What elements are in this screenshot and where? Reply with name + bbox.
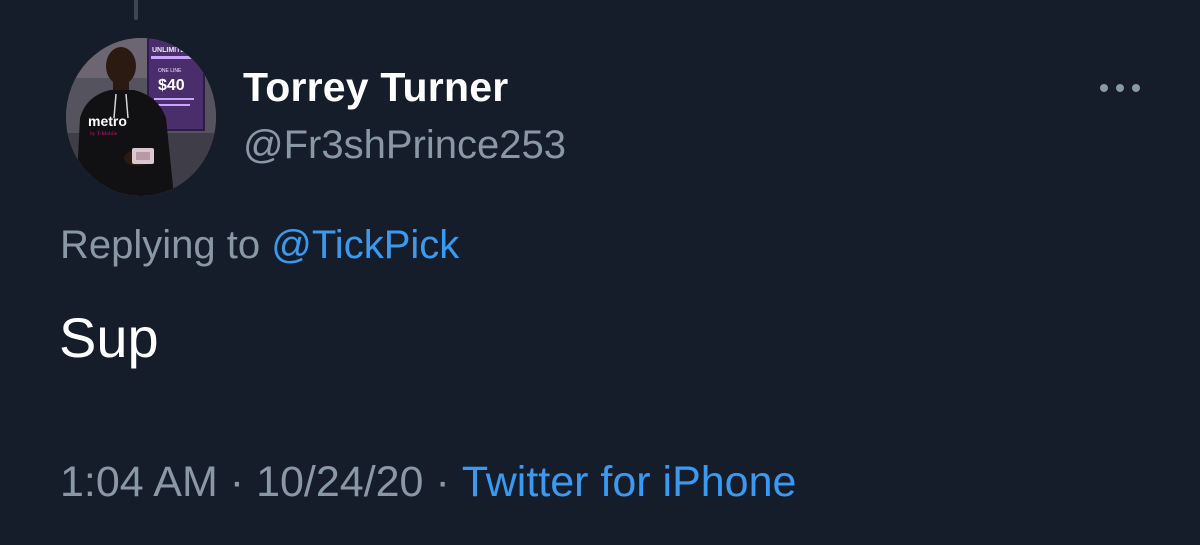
replying-to-label: Replying to <box>60 223 261 267</box>
meta-separator: · <box>435 458 450 506</box>
tweet-text: Sup <box>59 306 159 369</box>
ellipsis-icon <box>1100 84 1108 92</box>
avatar[interactable]: UNLIMITED ONE LINE $40 metro by T-Mobile <box>66 38 216 196</box>
tweet-metadata: 1:04 AM · 10/24/20 · Twitter for iPhone <box>60 458 796 507</box>
tweet-date[interactable]: 10/24/20 <box>256 458 423 506</box>
sign-line-text: ONE LINE <box>158 68 182 74</box>
shirt-sub-text: by T-Mobile <box>90 131 118 137</box>
thread-connector-line <box>134 0 138 20</box>
tweet-source-link[interactable]: Twitter for iPhone <box>462 458 797 506</box>
meta-separator: · <box>229 458 245 506</box>
tweet-time[interactable]: 1:04 AM <box>60 458 218 506</box>
sign-price-text: $40 <box>158 77 185 94</box>
more-options-button[interactable] <box>1090 70 1150 104</box>
sign-top-text: UNLIMITED <box>152 47 190 54</box>
shirt-logo-text: metro <box>88 113 127 129</box>
ellipsis-icon <box>1116 84 1124 92</box>
display-name[interactable]: Torrey Turner <box>243 64 508 111</box>
reply-mention-link[interactable]: @TickPick <box>271 223 459 267</box>
profile-photo-icon: UNLIMITED ONE LINE $40 metro by T-Mobile <box>66 38 216 196</box>
ellipsis-icon <box>1132 84 1140 92</box>
user-handle[interactable]: @Fr3shPrince253 <box>243 123 566 168</box>
reply-context: Replying to @TickPick <box>60 223 459 268</box>
